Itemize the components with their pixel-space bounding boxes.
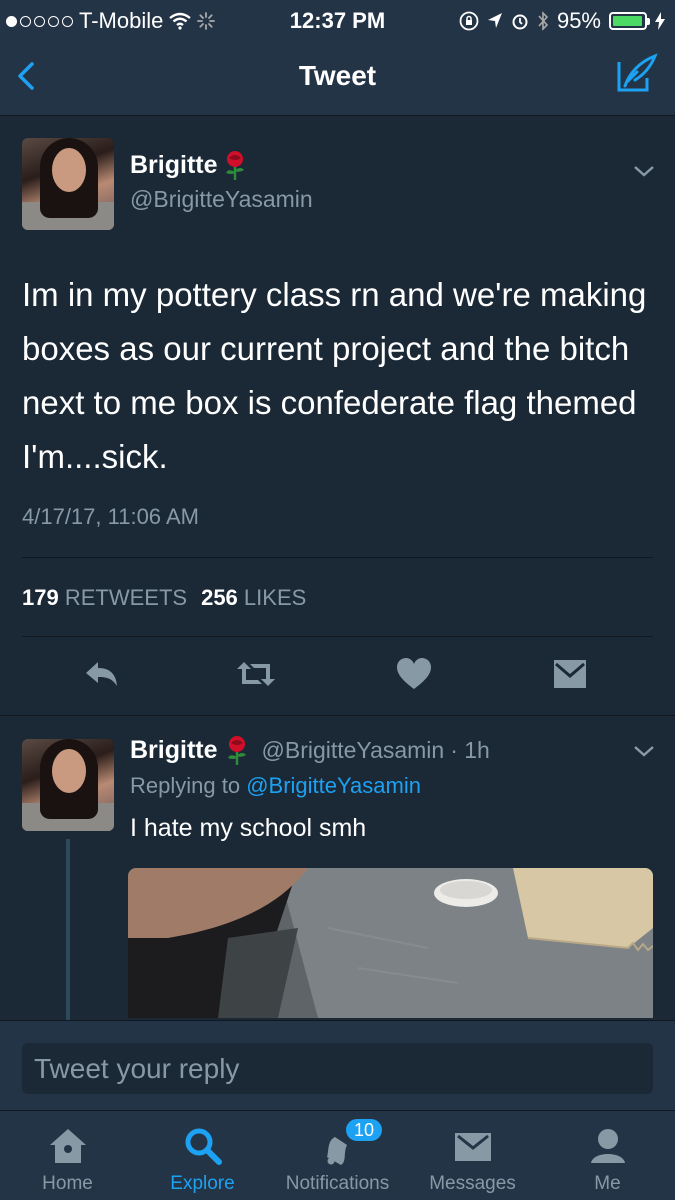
rose-emoji-icon [225,151,244,180]
avatar[interactable] [22,739,114,831]
divider [22,636,653,637]
reply-composer-bar [0,1020,675,1110]
envelope-icon [455,1133,491,1161]
compose-tweet-icon[interactable] [615,52,659,96]
reply-icon[interactable] [82,656,122,692]
reply-input[interactable] [22,1043,653,1094]
reply-tweet[interactable]: Brigitte @BrigitteYasamin · 1h Replying … [0,717,675,1029]
reply-header: Brigitte @BrigitteYasamin · 1h [130,735,490,765]
search-icon [185,1128,222,1165]
likes-count-link[interactable]: 256 LIKES [201,585,306,611]
chevron-down-icon[interactable] [632,743,656,759]
tab-label: Me [594,1173,621,1194]
replying-to-line: Replying to @BrigitteYasamin [130,773,421,799]
like-icon[interactable] [394,656,434,692]
tweet-actions [0,656,675,696]
tab-home[interactable]: Home [0,1111,135,1200]
user-handle[interactable]: @BrigitteYasamin [130,186,313,213]
person-icon [591,1129,625,1163]
tab-notifications[interactable]: 10 Notifications [270,1111,405,1200]
battery-fill [613,16,642,26]
home-icon [50,1129,86,1163]
reply-text: I hate my school smh [130,814,367,842]
media-photo [128,868,653,1018]
thread-line [66,839,70,1029]
engagement-counts: 179 RETWEETS 256 LIKES [22,585,306,611]
location-arrow-icon [487,13,502,28]
main-tweet: Brigitte @BrigitteYasamin Im in my potte… [0,116,675,716]
replying-to-link[interactable]: @BrigitteYasamin [246,773,421,798]
likes-label: LIKES [243,585,307,610]
tab-bar: Home Explore 10 Notifications Messages M… [0,1110,675,1200]
retweets-count-link[interactable]: 179 RETWEETS [22,585,187,611]
battery-percent: 95% [556,8,601,33]
tab-me[interactable]: Me [540,1111,675,1200]
page-title: Tweet [298,60,377,91]
tab-explore[interactable]: Explore [135,1111,270,1200]
retweet-icon[interactable] [236,656,276,692]
nav-bar: Tweet [0,38,675,116]
author-name-row[interactable]: Brigitte [130,150,248,180]
rotation-lock-icon [459,11,479,31]
tab-label: Explore [170,1173,235,1194]
retweets-label: RETWEETS [64,585,188,610]
tweet-text: Im in my pottery class rn and we're maki… [22,276,647,475]
tab-label: Home [42,1173,93,1194]
display-name[interactable]: Brigitte [130,151,218,180]
direct-message-icon[interactable] [550,656,590,692]
tab-label: Notifications [285,1173,390,1194]
notifications-badge: 10 [344,1117,385,1143]
media-image[interactable] [128,868,653,1018]
tweet-timestamp: 4/17/17, 11:06 AM [22,504,199,529]
rose-emoji-icon [227,736,246,765]
status-right: 95% [459,8,665,34]
replying-prefix: Replying to [130,773,241,798]
charging-bolt-icon [655,12,665,30]
retweets-count: 179 [22,585,59,610]
battery-icon [609,12,650,30]
likes-count: 256 [201,585,238,610]
alarm-icon [512,14,528,30]
divider [22,557,653,558]
tab-messages[interactable]: Messages [405,1111,540,1200]
avatar[interactable] [22,138,114,230]
bluetooth-icon [538,11,549,31]
status-bar: T-Mobile 12:37 PM 95% [0,0,675,38]
reply-age: · 1h [450,736,490,763]
chevron-down-icon[interactable] [632,163,656,179]
user-handle[interactable]: @BrigitteYasamin [262,737,445,764]
display-name[interactable]: Brigitte [130,736,218,765]
tab-label: Messages [429,1173,516,1194]
